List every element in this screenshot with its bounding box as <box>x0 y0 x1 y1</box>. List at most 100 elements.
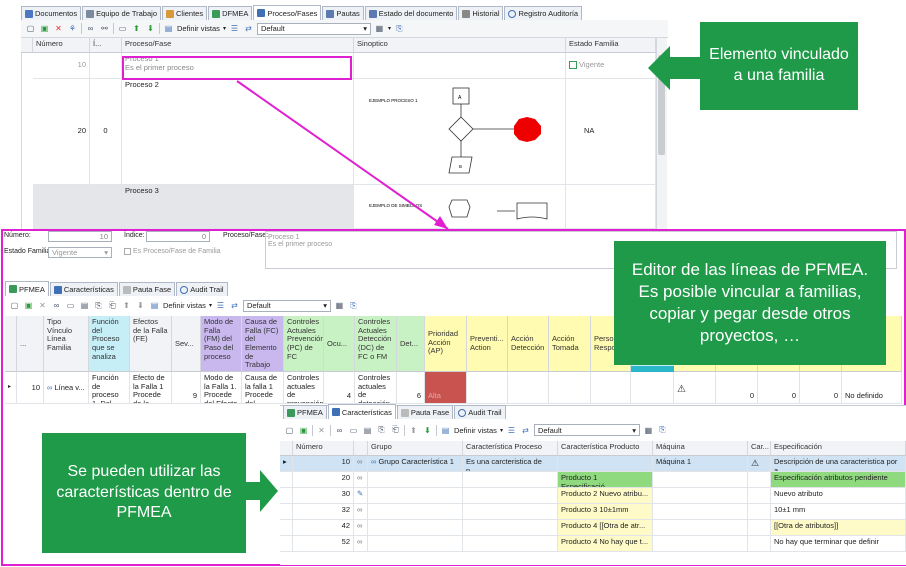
char-row-prod[interactable]: Producto 1 Especificació... <box>558 472 653 488</box>
char-row-grupo[interactable] <box>368 536 463 552</box>
pfmea-row-funcion[interactable]: Función de proceso 1. Del Proceso 1. <box>89 372 130 404</box>
char-row-proc[interactable] <box>463 504 558 520</box>
char-header-numero[interactable]: Número <box>293 441 354 456</box>
char-row-prod[interactable]: Producto 2 Nuevo atribu... <box>558 488 653 504</box>
char-row-prod[interactable]: Producto 3 10±1mm <box>558 504 653 520</box>
header-preventive-action[interactable]: Preventi... Action <box>467 316 508 372</box>
char-row-grupo[interactable] <box>368 520 463 536</box>
add-green-icon[interactable]: ▣ <box>23 300 34 311</box>
new-icon[interactable]: ▢ <box>9 300 20 311</box>
char-row-proc[interactable] <box>463 472 558 488</box>
definir-vistas-button[interactable]: Definir vistas <box>163 301 206 310</box>
columns-icon[interactable]: ⇄ <box>520 425 531 436</box>
header-accion-tomada[interactable]: Acción Tomada <box>549 316 591 372</box>
char-row-num[interactable]: 32 <box>293 504 354 520</box>
tab-audit-trail[interactable]: Audit Trail <box>454 405 506 419</box>
char-row-num[interactable]: 10 <box>293 456 354 472</box>
move-down-icon[interactable]: ⬇ <box>422 425 433 436</box>
pfmea-row-causa[interactable]: Causa de la falla 1 Procede del método 1 <box>242 372 284 404</box>
columns-icon[interactable]: ⇄ <box>229 300 240 311</box>
filter-icon[interactable]: ☰ <box>215 300 226 311</box>
char-row-grupo[interactable] <box>368 472 463 488</box>
pfmea-row-modo[interactable]: Modo de la Falla 1. Procede del Efecto 1 <box>201 372 242 404</box>
copy-icon[interactable]: ⎘ <box>376 425 387 436</box>
tab-pfmea[interactable]: PFMEA <box>5 281 49 296</box>
char-row-proc[interactable] <box>463 520 558 536</box>
pfmea-row-accion-det[interactable] <box>508 372 549 404</box>
header-modo-falla[interactable]: Modo de Falla (FM) del Paso del proceso <box>201 316 242 372</box>
tab-pauta-fase[interactable]: Pauta Fase <box>396 405 454 419</box>
char-row-grupo[interactable] <box>368 504 463 520</box>
paste-icon[interactable]: ⎗ <box>390 425 401 436</box>
tab-pfmea[interactable]: PFMEA <box>283 405 327 419</box>
tab-caracteristicas[interactable]: Características <box>327 404 396 419</box>
indice-field[interactable]: 0 <box>146 231 210 242</box>
export-icon[interactable]: ⎘ <box>348 300 359 311</box>
tab-audit-trail[interactable]: Audit Trail <box>176 282 228 296</box>
estado-familia-select[interactable]: Vigente ▾ <box>48 247 112 258</box>
move-up-icon[interactable]: ⬆ <box>121 300 132 311</box>
export-icon[interactable]: ⎘ <box>657 425 668 436</box>
tab-caracteristicas[interactable]: Características <box>49 282 118 296</box>
char-row-maq[interactable] <box>653 520 748 536</box>
pfmea-row-tomada[interactable] <box>549 372 591 404</box>
numero-field[interactable]: 10 <box>48 231 112 242</box>
char-header-grupo[interactable]: Grupo <box>368 441 463 456</box>
char-row-maq[interactable] <box>653 488 748 504</box>
char-row-maq[interactable] <box>653 536 748 552</box>
header-tipo-vinculo[interactable]: Tipo Vínculo Línea Familia <box>44 316 89 372</box>
header-accion-deteccion[interactable]: Acción Detección <box>508 316 549 372</box>
char-row-maq[interactable] <box>653 472 748 488</box>
header-det[interactable]: Det... <box>397 316 425 372</box>
pfmea-row-ocu[interactable]: 4 <box>324 372 355 404</box>
move-up-icon[interactable]: ⬆ <box>408 425 419 436</box>
delete-icon[interactable]: ✕ <box>37 300 48 311</box>
char-row-espec[interactable]: Especificación atributos pendiente <box>771 472 906 488</box>
pfmea-row-efectos[interactable]: Efecto de la Falla 1 Procede de la Funci… <box>130 372 172 404</box>
layout-icon[interactable]: ▦ <box>643 425 654 436</box>
char-row-prod[interactable]: Producto 4 [[Otra de atr... <box>558 520 653 536</box>
header-controles-prevencion[interactable]: Controles Actuales Prevención (PC) de FC <box>284 316 324 372</box>
char-header-maquina[interactable]: Máquina <box>653 441 748 456</box>
header-controles-deteccion[interactable]: Controles Actuales Detección (DC) de FC … <box>355 316 397 372</box>
view-select[interactable]: Default ▾ <box>242 299 331 312</box>
char-row-prod[interactable] <box>558 456 653 472</box>
definir-vistas-button[interactable]: Definir vistas <box>454 426 497 435</box>
pfmea-header-sort[interactable]: ... <box>17 316 44 372</box>
link-icon[interactable]: ∞ <box>51 300 62 311</box>
char-row-espec[interactable]: Nuevo atributo <box>771 488 906 504</box>
pfmea-row-expand[interactable]: ▸ <box>5 372 17 404</box>
char-row-num[interactable]: 52 <box>293 536 354 552</box>
layout-icon[interactable]: ▦ <box>334 300 345 311</box>
pfmea-row-det[interactable]: 6 <box>397 372 425 404</box>
char-header-proceso[interactable]: Característica Proceso <box>463 441 558 456</box>
header-causa-falla[interactable]: Causa de Falla (FC) del Elemento de Trab… <box>242 316 284 372</box>
tree-icon[interactable]: ▤ <box>79 300 90 311</box>
new-icon[interactable]: ▢ <box>284 425 295 436</box>
delete-icon[interactable]: ✕ <box>316 425 327 436</box>
window-icon[interactable]: ▭ <box>348 425 359 436</box>
tree-icon[interactable]: ▤ <box>362 425 373 436</box>
paste-icon[interactable]: ⎗ <box>107 300 118 311</box>
char-row-espec[interactable]: No hay que terminar que definir <box>771 536 906 552</box>
filter-icon[interactable]: ☰ <box>506 425 517 436</box>
char-row-grupo[interactable]: ∞ Grupo Característica 1 <box>368 456 463 472</box>
char-row-num[interactable]: 30 <box>293 488 354 504</box>
pfmea-row-dc[interactable]: Controles actuales de detección de la ca… <box>355 372 397 404</box>
pfmea-row-sev[interactable]: 9 <box>172 372 201 404</box>
move-down-icon[interactable]: ⬇ <box>135 300 146 311</box>
char-row-espec[interactable]: 10±1 mm <box>771 504 906 520</box>
tab-pauta-fase[interactable]: Pauta Fase <box>118 282 176 296</box>
char-row-num[interactable]: 20 <box>293 472 354 488</box>
char-row-maq[interactable]: Máquina 1 <box>653 456 748 472</box>
header-sev[interactable]: Sev... <box>172 316 201 372</box>
header-prioridad[interactable]: Prioridad Acción (AP) <box>425 316 467 372</box>
link-icon[interactable]: ∞ <box>334 425 345 436</box>
char-row-espec[interactable]: Descripción de una caracteristica por a.… <box>771 456 906 472</box>
char-header-link[interactable] <box>354 441 368 456</box>
header-ocu[interactable]: Ocu... <box>324 316 355 372</box>
pfmea-row-persona[interactable] <box>591 372 631 404</box>
familia-checkbox[interactable]: Es Proceso/Fase de Familia <box>124 248 221 255</box>
copy-icon[interactable]: ⎘ <box>93 300 104 311</box>
char-header-producto[interactable]: Característica Producto <box>558 441 653 456</box>
